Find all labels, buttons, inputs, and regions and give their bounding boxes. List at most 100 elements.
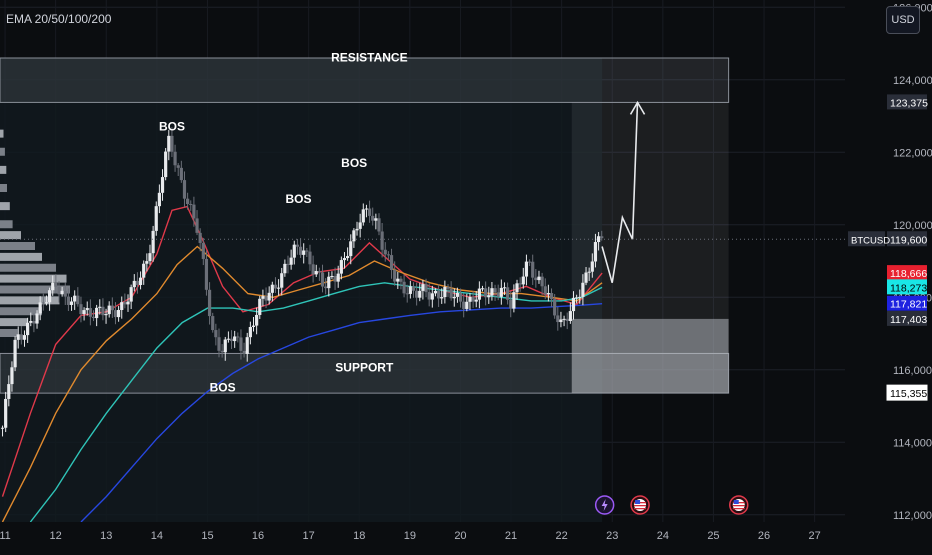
us-flag-event-icon[interactable] [728,495,749,515]
candle-body [590,261,594,272]
candle-body [38,302,42,314]
lightning-event-icon[interactable] [594,495,615,515]
candle-body [164,151,168,178]
candle-body [98,306,102,308]
price-tick-label: 116,000 [893,365,932,377]
candle-body [308,251,312,265]
candle-body [302,250,306,255]
candle-body [142,263,146,278]
flag-canton [635,500,641,504]
candle-body [267,292,271,301]
candle-body [327,276,331,289]
candle-body [126,301,130,305]
chart-stage[interactable]: RESISTANCE SUPPORT BOS BOS BOS BOS 112,000 114… [0,0,932,550]
time-axis[interactable]: 11 12 13 14 15 16 17 18 19 20 21 22 23 24 25 26 27 [0,522,932,550]
candle-body [355,228,359,231]
candle-body [41,302,45,304]
candle-body [349,241,353,257]
candle-body [276,287,281,289]
indicator-label[interactable]: EMA 20/50/100/200 [6,12,111,26]
candle-body [173,151,177,166]
flag-canton [733,500,739,504]
candle-body [54,282,58,287]
zone-target-box[interactable] [571,318,729,394]
candle-body [600,236,604,239]
candle-body [198,232,202,243]
candle-body [47,290,52,303]
candle-body [66,296,71,305]
candle-body [10,367,14,385]
candle-body [506,287,510,300]
candle-body [95,307,99,319]
candle-body [330,275,334,277]
candle-body [562,318,566,320]
symbol-tag: BTCUSD [851,235,890,246]
candle-body [405,293,409,295]
candle-body [364,208,369,210]
volume-profile-bar [0,184,7,192]
volume-profile-bar [0,329,18,337]
candle-body [559,319,563,323]
candle-body [44,302,49,304]
candle-body [556,315,560,323]
price-label: 118,666 [890,268,927,280]
candle-body [575,297,579,299]
currency-button[interactable]: USD [886,6,920,34]
candle-body [35,313,39,324]
candle-body [320,272,325,287]
candle-body [477,288,481,300]
date-tick-label: 15 [201,530,213,542]
candle-body [273,284,278,289]
date-tick-label: 20 [454,530,466,542]
candle-body [565,318,569,321]
candle-body [546,293,550,295]
candle-body [195,218,199,233]
candle-body [0,427,5,429]
volume-profile-bar [0,147,5,156]
volume-profile-bar [0,220,13,229]
candle-body [107,305,111,315]
candle-body [436,290,441,299]
candle-body [251,325,256,328]
candle-body [399,278,403,282]
candle-body [449,288,453,299]
price-label: 118,273 [890,282,927,294]
candle-body [468,296,472,302]
candle-body [531,261,535,278]
candle-body [189,204,193,206]
candle-body [443,287,447,298]
candle-body [129,287,133,302]
us-flag-event-icon[interactable] [630,495,650,515]
price-label: 117,403 [890,314,927,326]
candle-body [110,305,114,311]
candle-body [433,290,438,294]
candle-body [182,180,187,199]
candle-body [82,310,86,315]
candle-body [549,293,554,300]
candle-body [264,296,268,301]
price-tick-label: 124,000 [893,75,932,87]
flag-stripe [634,508,647,510]
candle-body [537,276,541,281]
candle-body [339,260,343,274]
annotation-label-bos: BOS [286,192,312,206]
candle-body [462,301,466,309]
candle-body [402,281,406,294]
date-tick-label: 26 [758,530,770,542]
candle-body [207,289,212,317]
price-tick-label: 122,000 [893,147,932,159]
candle-body [367,208,372,216]
candle-body [499,287,503,297]
candle-body [421,284,425,291]
volume-profile-bar [0,231,21,240]
candle-body [229,338,234,342]
candle-body [179,167,183,181]
candle-body [233,336,237,342]
candle-body [512,292,516,309]
candle-body [427,292,431,300]
zone-resistance[interactable] [0,57,730,103]
price-chart[interactable]: RESISTANCE SUPPORT BOS BOS BOS BOS 112,000 114… [0,0,932,550]
candle-body [26,322,30,336]
candle-body [73,295,77,302]
volume-profile-bar [0,318,28,327]
